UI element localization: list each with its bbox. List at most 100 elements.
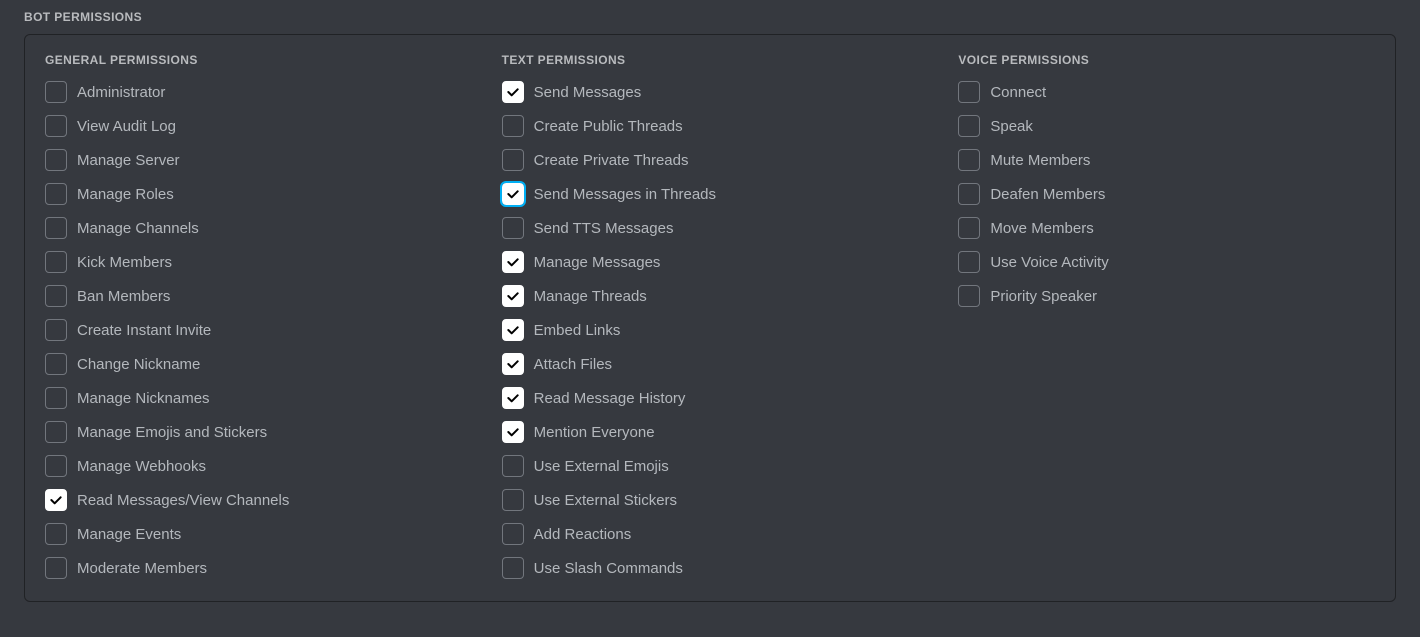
checkbox-administrator[interactable] bbox=[45, 81, 67, 103]
perm-label: Use Voice Activity bbox=[990, 254, 1108, 271]
perm-list-general: Administrator View Audit Log Manage Server… bbox=[45, 81, 462, 579]
perm-mention-everyone[interactable]: Mention Everyone bbox=[502, 421, 919, 443]
checkbox-speak[interactable] bbox=[958, 115, 980, 137]
perm-label: Mention Everyone bbox=[534, 424, 655, 441]
checkbox-mute-members[interactable] bbox=[958, 149, 980, 171]
perm-add-reactions[interactable]: Add Reactions bbox=[502, 523, 919, 545]
perm-label: Connect bbox=[990, 84, 1046, 101]
perm-manage-roles[interactable]: Manage Roles bbox=[45, 183, 462, 205]
checkbox-send-tts-messages[interactable] bbox=[502, 217, 524, 239]
perm-label: Create Private Threads bbox=[534, 152, 689, 169]
perm-priority-speaker[interactable]: Priority Speaker bbox=[958, 285, 1375, 307]
perm-use-external-stickers[interactable]: Use External Stickers bbox=[502, 489, 919, 511]
perm-label: Administrator bbox=[77, 84, 165, 101]
perm-label: Moderate Members bbox=[77, 560, 207, 577]
perm-deafen-members[interactable]: Deafen Members bbox=[958, 183, 1375, 205]
perm-create-private-threads[interactable]: Create Private Threads bbox=[502, 149, 919, 171]
perm-read-messages-view-channels[interactable]: Read Messages/View Channels bbox=[45, 489, 462, 511]
perm-label: Move Members bbox=[990, 220, 1093, 237]
perm-manage-nicknames[interactable]: Manage Nicknames bbox=[45, 387, 462, 409]
checkbox-manage-emojis-and-stickers[interactable] bbox=[45, 421, 67, 443]
column-general: GENERAL PERMISSIONS Administrator View Au… bbox=[45, 53, 462, 579]
perm-read-message-history[interactable]: Read Message History bbox=[502, 387, 919, 409]
checkbox-use-voice-activity[interactable] bbox=[958, 251, 980, 273]
checkbox-manage-messages[interactable] bbox=[502, 251, 524, 273]
checkbox-change-nickname[interactable] bbox=[45, 353, 67, 375]
checkbox-moderate-members[interactable] bbox=[45, 557, 67, 579]
perm-label: Change Nickname bbox=[77, 356, 200, 373]
perm-attach-files[interactable]: Attach Files bbox=[502, 353, 919, 375]
checkbox-priority-speaker[interactable] bbox=[958, 285, 980, 307]
checkbox-manage-channels[interactable] bbox=[45, 217, 67, 239]
perm-label: Manage Webhooks bbox=[77, 458, 206, 475]
checkbox-connect[interactable] bbox=[958, 81, 980, 103]
checkbox-manage-nicknames[interactable] bbox=[45, 387, 67, 409]
perm-view-audit-log[interactable]: View Audit Log bbox=[45, 115, 462, 137]
checkbox-add-reactions[interactable] bbox=[502, 523, 524, 545]
perm-administrator[interactable]: Administrator bbox=[45, 81, 462, 103]
checkbox-create-private-threads[interactable] bbox=[502, 149, 524, 171]
perm-label: Send Messages in Threads bbox=[534, 186, 716, 203]
perm-manage-messages[interactable]: Manage Messages bbox=[502, 251, 919, 273]
perm-connect[interactable]: Connect bbox=[958, 81, 1375, 103]
perm-send-messages-in-threads[interactable]: Send Messages in Threads bbox=[502, 183, 919, 205]
perm-manage-channels[interactable]: Manage Channels bbox=[45, 217, 462, 239]
checkbox-kick-members[interactable] bbox=[45, 251, 67, 273]
perm-ban-members[interactable]: Ban Members bbox=[45, 285, 462, 307]
checkbox-move-members[interactable] bbox=[958, 217, 980, 239]
perm-label: Mute Members bbox=[990, 152, 1090, 169]
checkbox-view-audit-log[interactable] bbox=[45, 115, 67, 137]
perm-manage-threads[interactable]: Manage Threads bbox=[502, 285, 919, 307]
perm-manage-events[interactable]: Manage Events bbox=[45, 523, 462, 545]
perm-send-tts-messages[interactable]: Send TTS Messages bbox=[502, 217, 919, 239]
perm-manage-emojis-and-stickers[interactable]: Manage Emojis and Stickers bbox=[45, 421, 462, 443]
checkbox-use-external-emojis[interactable] bbox=[502, 455, 524, 477]
checkbox-deafen-members[interactable] bbox=[958, 183, 980, 205]
perm-label: Use Slash Commands bbox=[534, 560, 683, 577]
checkbox-send-messages[interactable] bbox=[502, 81, 524, 103]
checkbox-use-external-stickers[interactable] bbox=[502, 489, 524, 511]
checkbox-read-messages-view-channels[interactable] bbox=[45, 489, 67, 511]
checkbox-use-slash-commands[interactable] bbox=[502, 557, 524, 579]
checkbox-send-messages-in-threads[interactable] bbox=[502, 183, 524, 205]
perm-kick-members[interactable]: Kick Members bbox=[45, 251, 462, 273]
perm-label: Send TTS Messages bbox=[534, 220, 674, 237]
column-title-text: TEXT PERMISSIONS bbox=[502, 53, 919, 67]
perm-mute-members[interactable]: Mute Members bbox=[958, 149, 1375, 171]
perm-label: Manage Roles bbox=[77, 186, 174, 203]
checkbox-manage-threads[interactable] bbox=[502, 285, 524, 307]
perm-create-public-threads[interactable]: Create Public Threads bbox=[502, 115, 919, 137]
checkbox-create-public-threads[interactable] bbox=[502, 115, 524, 137]
perm-send-messages[interactable]: Send Messages bbox=[502, 81, 919, 103]
perm-use-slash-commands[interactable]: Use Slash Commands bbox=[502, 557, 919, 579]
perm-label: Send Messages bbox=[534, 84, 642, 101]
perm-change-nickname[interactable]: Change Nickname bbox=[45, 353, 462, 375]
perm-manage-webhooks[interactable]: Manage Webhooks bbox=[45, 455, 462, 477]
checkbox-create-instant-invite[interactable] bbox=[45, 319, 67, 341]
checkbox-read-message-history[interactable] bbox=[502, 387, 524, 409]
perm-label: Add Reactions bbox=[534, 526, 632, 543]
perm-move-members[interactable]: Move Members bbox=[958, 217, 1375, 239]
perm-label: Use External Emojis bbox=[534, 458, 669, 475]
perm-label: Manage Server bbox=[77, 152, 180, 169]
perm-speak[interactable]: Speak bbox=[958, 115, 1375, 137]
checkbox-manage-events[interactable] bbox=[45, 523, 67, 545]
checkbox-manage-roles[interactable] bbox=[45, 183, 67, 205]
checkbox-manage-webhooks[interactable] bbox=[45, 455, 67, 477]
checkbox-manage-server[interactable] bbox=[45, 149, 67, 171]
perm-label: Deafen Members bbox=[990, 186, 1105, 203]
checkbox-embed-links[interactable] bbox=[502, 319, 524, 341]
perm-moderate-members[interactable]: Moderate Members bbox=[45, 557, 462, 579]
checkbox-attach-files[interactable] bbox=[502, 353, 524, 375]
checkbox-ban-members[interactable] bbox=[45, 285, 67, 307]
perm-use-external-emojis[interactable]: Use External Emojis bbox=[502, 455, 919, 477]
perm-create-instant-invite[interactable]: Create Instant Invite bbox=[45, 319, 462, 341]
perm-label: Attach Files bbox=[534, 356, 612, 373]
perm-label: Create Instant Invite bbox=[77, 322, 211, 339]
perm-use-voice-activity[interactable]: Use Voice Activity bbox=[958, 251, 1375, 273]
checkbox-mention-everyone[interactable] bbox=[502, 421, 524, 443]
perm-manage-server[interactable]: Manage Server bbox=[45, 149, 462, 171]
column-text: TEXT PERMISSIONS Send Messages Create Pub… bbox=[502, 53, 919, 579]
perm-embed-links[interactable]: Embed Links bbox=[502, 319, 919, 341]
column-title-general: GENERAL PERMISSIONS bbox=[45, 53, 462, 67]
